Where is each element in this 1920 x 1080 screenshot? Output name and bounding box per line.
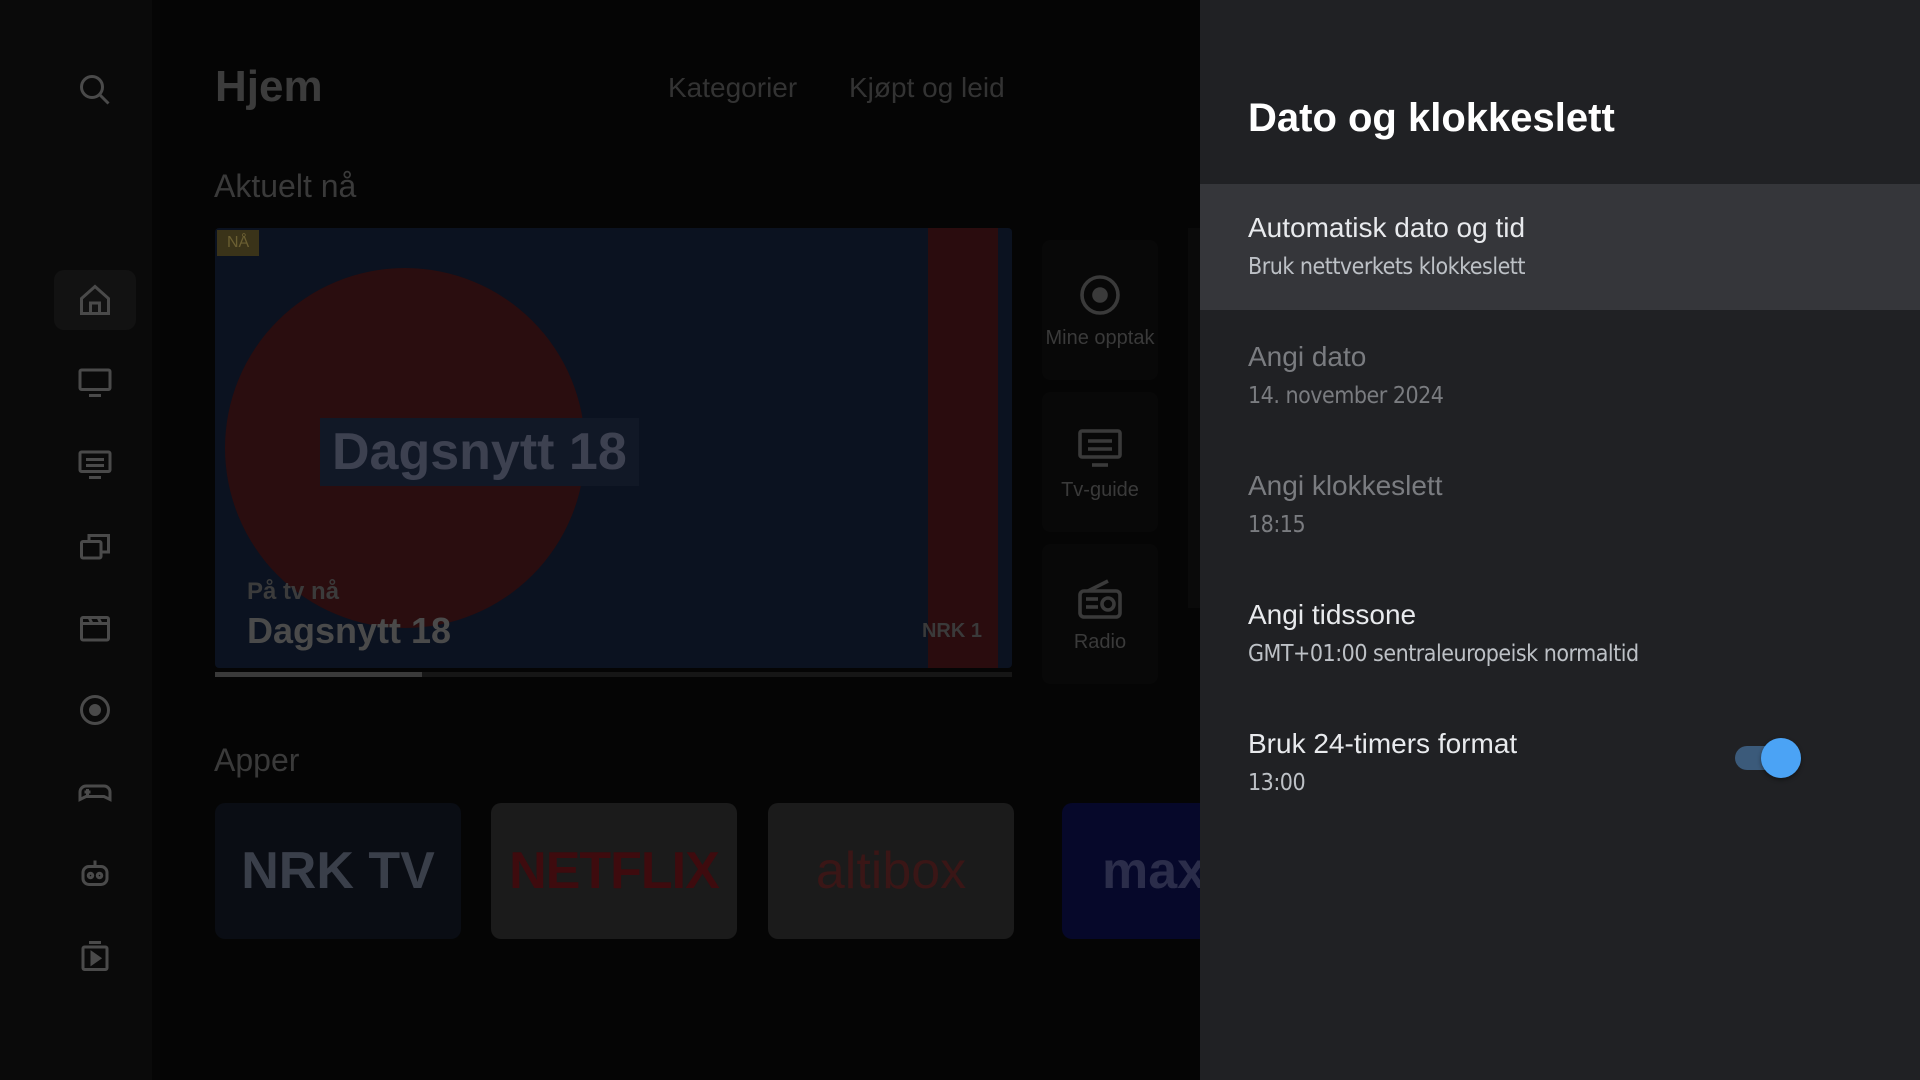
tv-icon[interactable]: [54, 352, 136, 412]
option-title: Angi klokkeslett: [1248, 470, 1443, 501]
toggle-24-hour[interactable]: [1735, 738, 1801, 778]
section-title-now: Aktuelt nå: [214, 168, 357, 204]
option-title: Angi tidssone: [1248, 599, 1417, 630]
option-title: Automatisk dato og tid: [1248, 212, 1526, 243]
page-title: Hjem: [215, 62, 323, 111]
option-title: Bruk 24-timers format: [1248, 728, 1518, 759]
settings-panel: Dato og klokkeslett Automatisk dato og t…: [1200, 0, 1920, 1080]
home-screen-dimmed: Hjem Kategorier Kjøpt og leid Aktuelt nå…: [0, 0, 1200, 1080]
app-tile-netflix[interactable]: NETFLIX: [491, 803, 737, 939]
hero-kicker: På tv nå: [247, 578, 340, 605]
option-subtitle: 13:00: [1248, 770, 1306, 796]
option-set-timezone[interactable]: Angi tidssone GMT+01:00 sentraleuropeisk…: [1200, 571, 1920, 697]
shortcut-mine-opptak[interactable]: Mine opptak: [1042, 240, 1158, 380]
hero-artwork-title: Dagsnytt 18: [320, 418, 639, 486]
hero-card[interactable]: NÅ Dagsnytt 18 På tv nå Dagsnytt 18 NRK …: [215, 228, 1012, 668]
app-tile-nrk-tv[interactable]: NRK TV: [215, 803, 461, 939]
option-set-date[interactable]: Angi dato 14. november 2024: [1200, 313, 1920, 439]
apps-icon[interactable]: [54, 926, 136, 986]
next-card-peek: [1188, 228, 1200, 608]
hero-progress-fill: [215, 672, 423, 677]
option-title: Angi dato: [1248, 341, 1367, 372]
option-24-hour-format[interactable]: Bruk 24-timers format 13:00: [1200, 700, 1920, 826]
live-badge: NÅ: [217, 230, 260, 256]
option-subtitle: 14. november 2024: [1248, 383, 1444, 409]
recordings-icon[interactable]: [54, 680, 136, 740]
hero-progress-bar: [215, 672, 1012, 677]
option-subtitle: 18:15: [1248, 512, 1306, 538]
shortcut-label: Radio: [1073, 630, 1127, 653]
hero-artwork-stripe: [928, 228, 998, 668]
option-set-time[interactable]: Angi klokkeslett 18:15: [1200, 442, 1920, 568]
option-automatic-date-time[interactable]: Automatisk dato og tid Bruk nettverkets …: [1200, 184, 1920, 310]
guide-icon[interactable]: [54, 434, 136, 494]
record-icon: [1080, 274, 1120, 315]
library-icon[interactable]: [54, 516, 136, 576]
tab-kjopt-og-leid[interactable]: Kjøpt og leid: [849, 72, 1005, 104]
app-tile-altibox[interactable]: altibox: [768, 803, 1014, 939]
gamepad-icon[interactable]: [54, 762, 136, 822]
option-subtitle: GMT+01:00 sentraleuropeisk normaltid: [1248, 641, 1639, 667]
shortcut-radio[interactable]: Radio: [1042, 544, 1158, 684]
guide-icon: [1078, 428, 1122, 467]
panel-title: Dato og klokkeslett: [1248, 96, 1615, 140]
home-icon[interactable]: [54, 270, 136, 330]
section-title-apps: Apper: [214, 742, 300, 778]
toggle-knob: [1761, 738, 1801, 778]
movies-icon[interactable]: [54, 598, 136, 658]
hero-title: Dagsnytt 18: [247, 610, 452, 651]
channel-logo: NRK 1: [921, 620, 982, 642]
nav-rail: [0, 0, 152, 1080]
app-tile-max[interactable]: max: [1062, 803, 1200, 939]
option-subtitle: Bruk nettverkets klokkeslett: [1248, 254, 1526, 280]
radio-icon: [1078, 578, 1122, 619]
shortcut-tv-guide[interactable]: Tv-guide: [1042, 392, 1158, 532]
search-icon[interactable]: [54, 60, 136, 120]
shortcut-label: Mine opptak: [1045, 326, 1155, 349]
kids-icon[interactable]: [54, 844, 136, 904]
shortcut-label: Tv-guide: [1061, 478, 1139, 501]
tab-kategorier[interactable]: Kategorier: [668, 72, 797, 104]
